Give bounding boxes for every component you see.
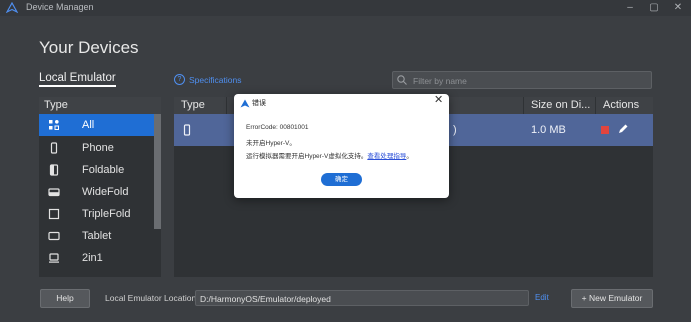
- specifications-link[interactable]: ? Specifications: [174, 74, 241, 85]
- edit-pencil-icon[interactable]: [617, 123, 629, 135]
- type-panel: Type All Phone Foldable WideFold TripleF…: [39, 97, 161, 277]
- type-list-scrollbar[interactable]: [154, 114, 161, 229]
- dialog-title: 错误: [252, 100, 266, 107]
- tab-local-emulator[interactable]: Local Emulator: [39, 72, 116, 87]
- type-item-2in1[interactable]: 2in1: [39, 247, 154, 269]
- type-item-foldable[interactable]: Foldable: [39, 159, 154, 181]
- app-logo-icon: [6, 2, 18, 14]
- column-header-size[interactable]: Size on Di...: [523, 97, 593, 114]
- triplefold-icon: [39, 208, 69, 220]
- search-input[interactable]: [411, 73, 645, 88]
- type-item-label: Foldable: [82, 164, 125, 176]
- close-window-button[interactable]: ✕: [668, 1, 688, 15]
- grid-icon: [39, 119, 69, 131]
- tablet-icon: [39, 230, 69, 242]
- type-panel-header: Type: [39, 97, 161, 114]
- minimize-button[interactable]: –: [620, 1, 640, 15]
- type-item-tablet[interactable]: Tablet: [39, 225, 154, 247]
- app-logo-icon: [240, 99, 250, 108]
- device-size: 1.0 MB: [531, 124, 566, 136]
- title-bar: Device Managen – ▢ ✕: [0, 0, 691, 16]
- location-field[interactable]: D:/HarmonyOS/Emulator/deployed: [195, 290, 529, 306]
- location-label: Local Emulator Location:: [105, 293, 199, 303]
- column-header-type[interactable]: Type: [174, 97, 226, 114]
- window-title: Device Managen: [26, 2, 94, 12]
- type-item-label: TripleFold: [82, 208, 131, 220]
- phone-icon: [39, 142, 69, 154]
- type-item-phone[interactable]: Phone: [39, 137, 154, 159]
- guide-link[interactable]: 查看处理指导: [367, 153, 406, 160]
- error-message: 未开启Hyper-V。: [246, 140, 296, 147]
- error-detail-suffix: 。: [406, 153, 413, 160]
- search-icon: [397, 75, 407, 85]
- foldable-icon: [39, 164, 69, 176]
- type-item-widefold[interactable]: WideFold: [39, 181, 154, 203]
- error-dialog: 错误 ✕ ErrorCode: 00801001 未开启Hyper-V。 运行模…: [234, 94, 449, 198]
- type-item-label: Tablet: [82, 230, 112, 242]
- dialog-close-button[interactable]: ✕: [434, 95, 443, 106]
- type-item-label: Phone: [82, 142, 114, 154]
- stop-button[interactable]: [601, 126, 609, 134]
- column-header-actions: Actions: [595, 97, 653, 114]
- help-button[interactable]: Help: [40, 289, 90, 308]
- maximize-button[interactable]: ▢: [644, 1, 664, 15]
- device-status-text: ): [453, 124, 457, 136]
- help-circle-icon: ?: [174, 74, 185, 85]
- laptop-icon: [39, 252, 69, 264]
- type-item-label: 2in1: [82, 252, 103, 264]
- type-item-label: WideFold: [82, 186, 129, 198]
- new-emulator-button[interactable]: + New Emulator: [571, 289, 653, 308]
- search-box[interactable]: [392, 71, 652, 89]
- error-detail: 运行模拟器需要开启Hyper-V虚拟化支持。查看处理指导。: [246, 150, 413, 160]
- widefold-icon: [39, 186, 69, 198]
- page-title: Your Devices: [39, 38, 139, 57]
- edit-location-link[interactable]: Edit: [535, 293, 549, 302]
- specifications-label: Specifications: [189, 74, 242, 85]
- phone-icon: [181, 114, 193, 146]
- ok-button[interactable]: 确定: [321, 173, 362, 186]
- error-detail-text: 运行模拟器需要开启Hyper-V虚拟化支持。: [246, 153, 368, 160]
- type-item-label: All: [82, 119, 95, 131]
- type-item-triplefold[interactable]: TripleFold: [39, 203, 154, 225]
- type-item-all[interactable]: All: [39, 114, 154, 136]
- error-code: ErrorCode: 00801001: [246, 124, 309, 131]
